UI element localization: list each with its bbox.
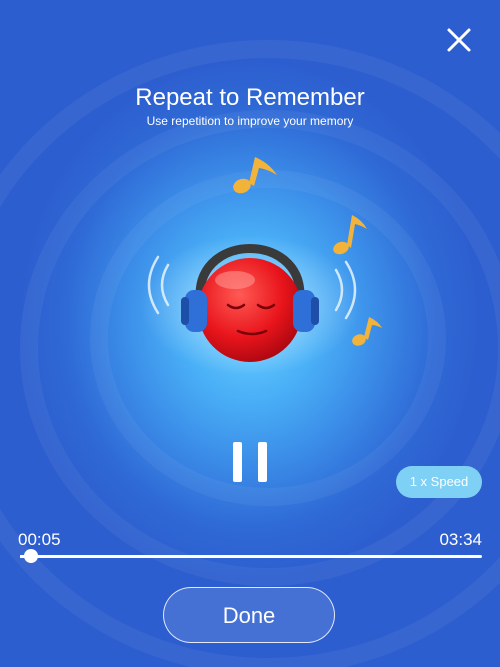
total-duration: 03:34 bbox=[439, 530, 482, 549]
progress-bar[interactable] bbox=[20, 549, 482, 563]
page-title: Repeat to Remember bbox=[135, 84, 365, 111]
emoji-face bbox=[198, 258, 302, 362]
speed-button[interactable]: 1 x Speed bbox=[396, 466, 482, 498]
music-note-icon bbox=[333, 215, 367, 255]
close-button[interactable] bbox=[443, 24, 475, 56]
page-subtitle: Use repetition to improve your memory bbox=[146, 114, 354, 128]
close-icon bbox=[447, 28, 471, 52]
elapsed-time: 00:05 bbox=[18, 530, 61, 549]
illustration bbox=[140, 145, 400, 375]
music-note-icon bbox=[233, 157, 277, 194]
player-screen: Repeat to Remember Use repetition to imp… bbox=[0, 0, 500, 667]
pause-button[interactable] bbox=[228, 440, 272, 484]
done-button[interactable]: Done bbox=[163, 587, 335, 643]
progress-thumb[interactable] bbox=[24, 549, 39, 563]
